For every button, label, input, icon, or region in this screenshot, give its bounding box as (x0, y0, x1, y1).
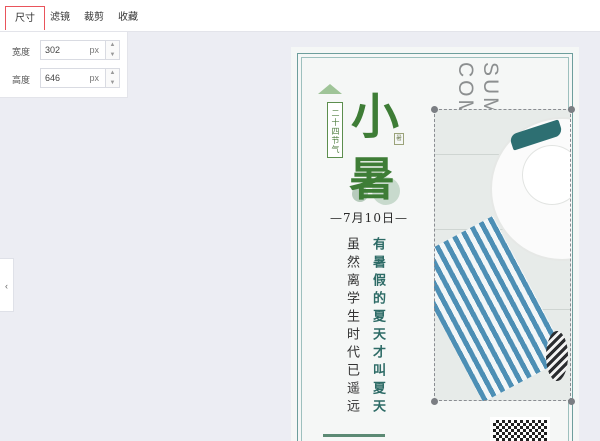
tab-size[interactable]: 尺寸 (5, 6, 45, 30)
caret-down-icon[interactable]: ▼ (106, 51, 119, 60)
height-unit: px (89, 73, 99, 83)
chevron-left-icon[interactable]: ‹ (0, 258, 14, 312)
tab-filter[interactable]: 滤镜 (48, 6, 72, 30)
height-input[interactable]: 646 px (40, 68, 106, 88)
caret-down-icon[interactable]: ▼ (106, 79, 119, 88)
resize-handle-nw[interactable] (431, 106, 438, 113)
width-unit: px (89, 45, 99, 55)
height-value: 646 (45, 73, 61, 83)
poster-date: —7月10日— (330, 211, 408, 225)
caret-up-icon[interactable]: ▲ (106, 41, 119, 50)
title-char-1: 小 (351, 89, 400, 145)
height-stepper: ▲ ▼ (106, 68, 120, 88)
triangle-decoration (318, 84, 342, 94)
size-panel: 宽度 302 px ▲ ▼ 高度 646 px ▲ ▼ (0, 32, 128, 98)
tab-favorites[interactable]: 收藏 (116, 6, 140, 30)
width-row: 宽度 302 px ▲ ▼ (0, 40, 128, 62)
height-label: 高度 (12, 75, 31, 85)
resize-handle-ne[interactable] (568, 106, 575, 113)
selection-box (434, 109, 571, 401)
height-row: 高度 646 px ▲ ▼ (0, 68, 128, 90)
caret-up-icon[interactable]: ▲ (106, 69, 119, 78)
poem-line-right: 有暑假的夏天才叫夏天 (370, 237, 385, 417)
poem-line-left: 虽然离学生时代已遥远 (344, 237, 359, 417)
title-char-2: 暑 (349, 152, 395, 206)
solar-term-label: 二十四节气 (327, 102, 343, 158)
width-value: 302 (45, 45, 61, 55)
seal-stamp: 暑 (394, 133, 404, 145)
editor-toolbar: 尺寸 滤镜 裁剪 收藏 (0, 0, 600, 32)
resize-handle-se[interactable] (568, 398, 575, 405)
bottom-bar (323, 434, 385, 437)
width-input[interactable]: 302 px (40, 40, 106, 60)
qr-code (490, 417, 550, 441)
tab-crop[interactable]: 裁剪 (82, 6, 106, 30)
poster-canvas[interactable]: 二十四节气 小 暑 暑 —7月10日— 有暑假的夏天才叫夏天 虽然离学生时代已遥… (291, 47, 579, 441)
width-label: 宽度 (12, 47, 31, 57)
resize-handle-sw[interactable] (431, 398, 438, 405)
width-stepper: ▲ ▼ (106, 40, 120, 60)
